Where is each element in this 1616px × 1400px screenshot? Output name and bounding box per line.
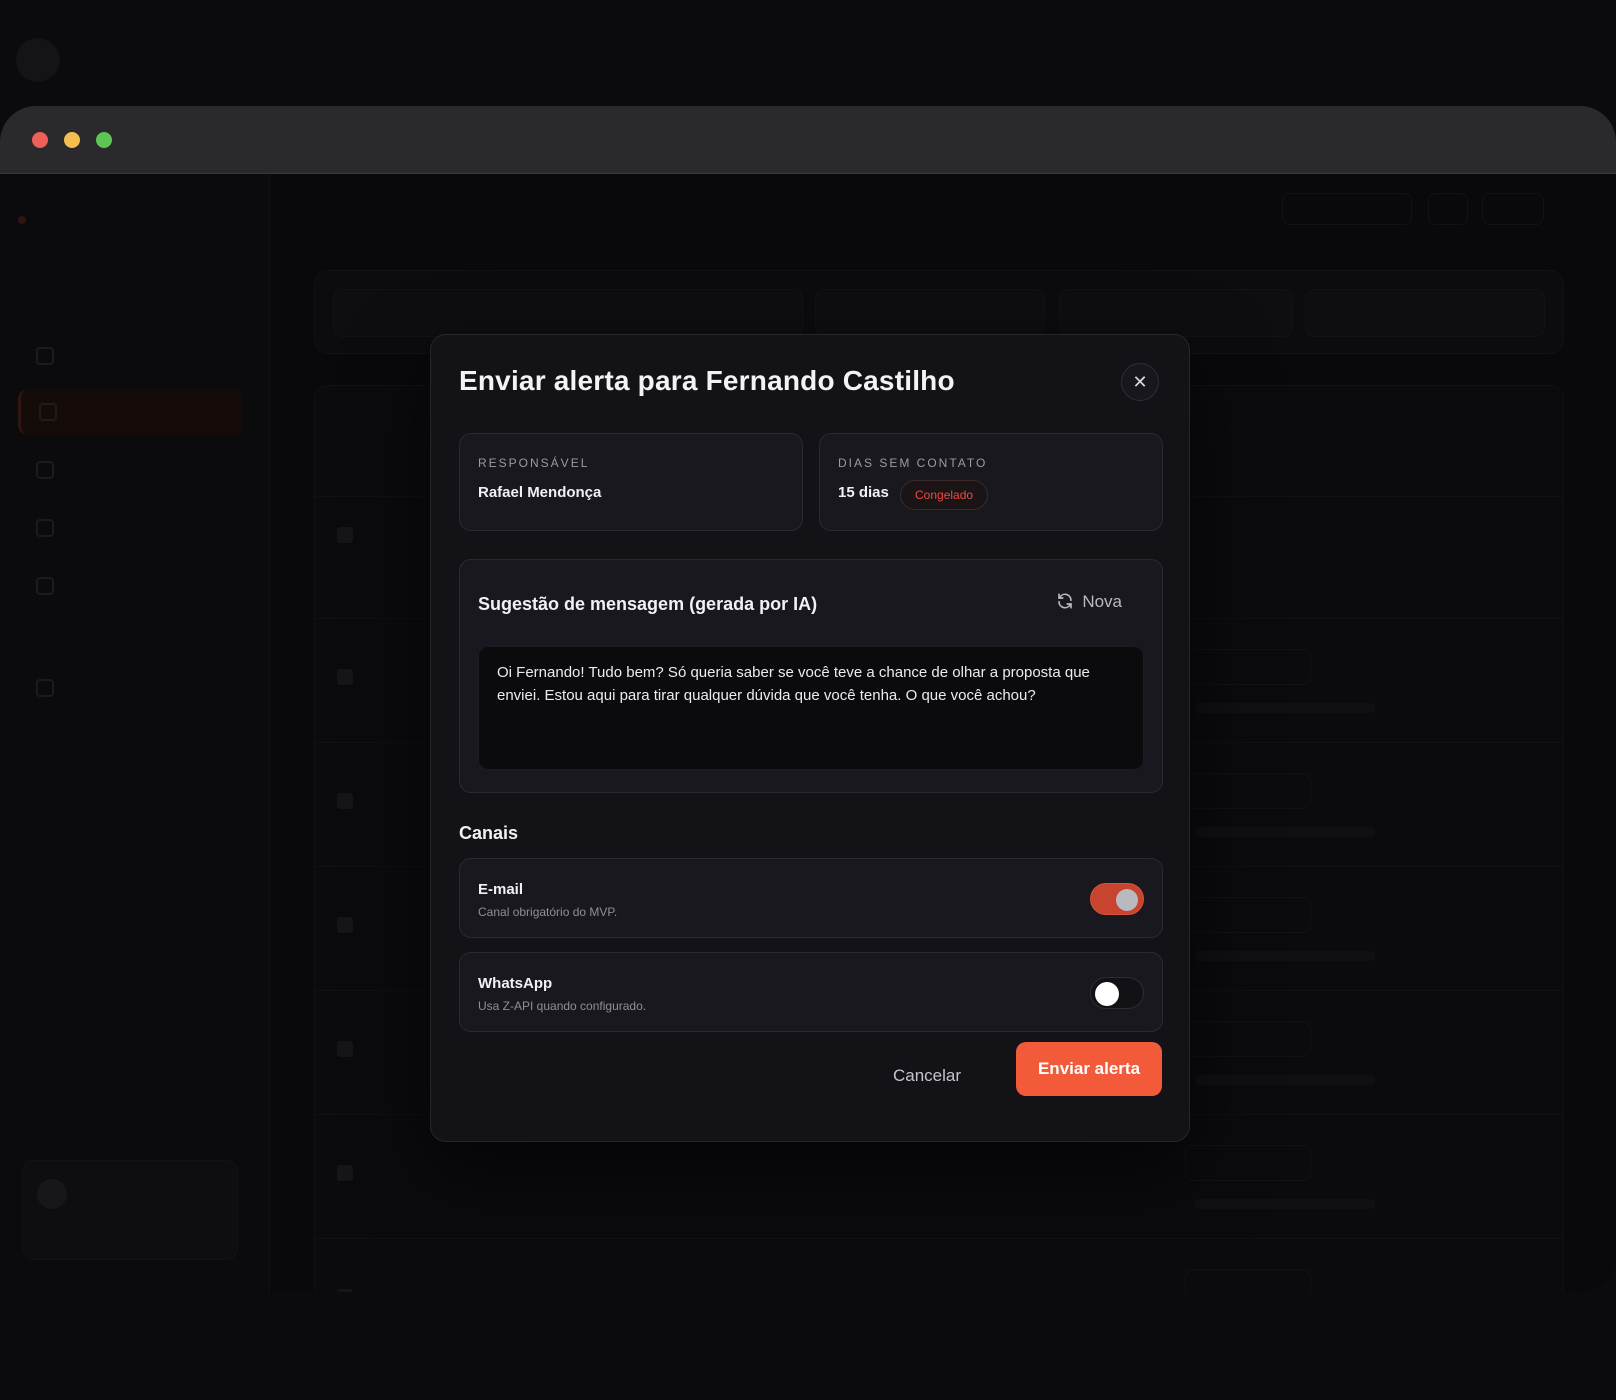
window-minimize-button[interactable]	[64, 132, 80, 148]
window-titlebar	[0, 106, 1616, 174]
window-maximize-button[interactable]	[96, 132, 112, 148]
message-suggestion-card: Sugestão de mensagem (gerada por IA) Nov…	[459, 559, 1163, 793]
toggle-knob	[1095, 982, 1119, 1006]
suggestion-title: Sugestão de mensagem (gerada por IA)	[478, 594, 818, 614]
window-close-button[interactable]	[32, 132, 48, 148]
background-avatar-blur	[16, 38, 60, 82]
channel-whatsapp: WhatsApp Usa Z-API quando configurado.	[459, 952, 1163, 1032]
responsavel-card: RESPONSÁVEL Rafael Mendonça	[459, 433, 803, 531]
status-badge: Congelado	[900, 480, 989, 510]
toggle-knob	[1116, 889, 1138, 911]
close-icon: ✕	[1132, 372, 1148, 392]
modal-title: Enviar alerta para Fernando Castilho	[459, 365, 955, 396]
channel-name: WhatsApp	[478, 975, 553, 992]
dias-sem-contato-label: DIAS SEM CONTATO	[838, 456, 988, 470]
channel-description: Usa Z-API quando configurado.	[478, 999, 647, 1013]
responsavel-label: RESPONSÁVEL	[478, 456, 590, 470]
channel-email: E-mail Canal obrigatório do MVP.	[459, 858, 1163, 938]
email-toggle[interactable]	[1090, 883, 1144, 915]
send-alert-modal: Enviar alerta para Fernando Castilho ✕ R…	[430, 334, 1190, 1142]
send-alert-button[interactable]: Enviar alerta	[1016, 1042, 1162, 1096]
message-textarea[interactable]: Oi Fernando! Tudo bem? Só queria saber s…	[478, 646, 1144, 770]
channel-description: Canal obrigatório do MVP.	[478, 905, 618, 919]
regenerate-label: Nova	[1082, 592, 1122, 611]
channels-heading: Canais	[459, 823, 519, 843]
dias-sem-contato-card: DIAS SEM CONTATO 15 dias Congelado	[819, 433, 1163, 531]
dias-sem-contato-value: 15 dias	[838, 484, 889, 501]
close-button[interactable]: ✕	[1121, 363, 1159, 401]
cancel-button[interactable]: Cancelar	[893, 1061, 961, 1091]
responsavel-value: Rafael Mendonça	[478, 484, 602, 501]
regenerate-button[interactable]: Nova	[1056, 592, 1122, 618]
refresh-icon	[1058, 593, 1073, 609]
whatsapp-toggle[interactable]	[1090, 977, 1144, 1009]
channel-name: E-mail	[478, 881, 524, 898]
